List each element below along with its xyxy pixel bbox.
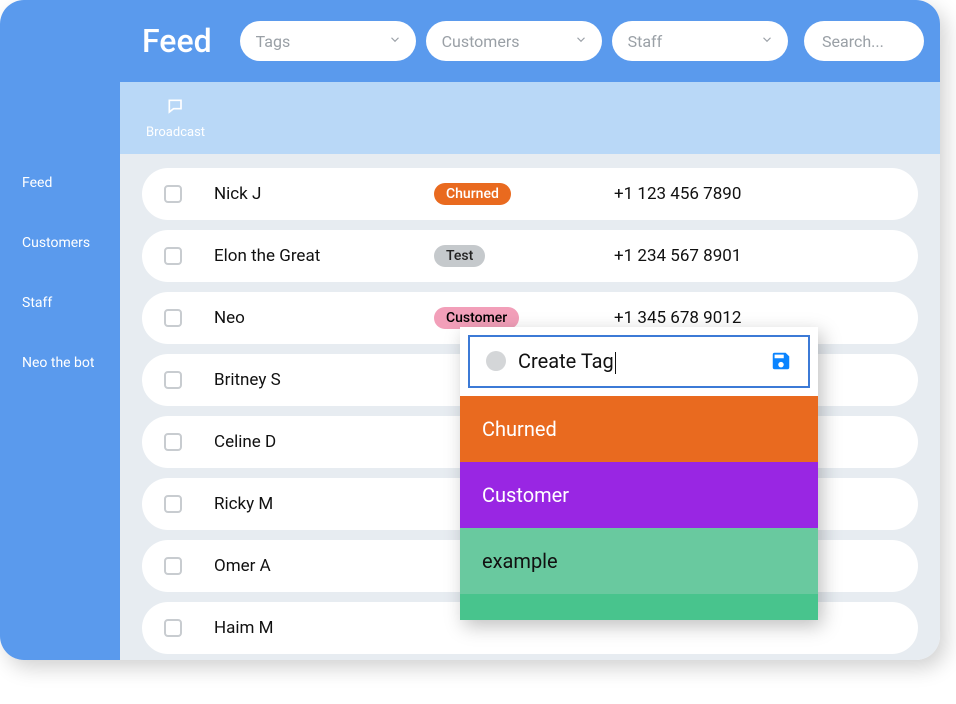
chevron-down-icon [388,32,402,51]
list-row[interactable]: Elon the GreatTest +1 234 567 8901 [142,230,918,282]
row-name: Nick J [214,184,434,204]
row-checkbox[interactable] [164,309,182,327]
tag-badge[interactable]: Test [434,245,485,267]
row-checkbox[interactable] [164,371,182,389]
row-name: Elon the Great [214,246,434,266]
row-tag-cell: Test [434,245,614,267]
filter-staff-dropdown[interactable]: Staff [612,21,788,61]
list-row[interactable]: Nick JChurned +1 123 456 7890 [142,168,918,220]
row-checkbox[interactable] [164,495,182,513]
broadcast-button[interactable]: Broadcast [146,97,205,140]
broadcast-icon [166,97,186,121]
row-checkbox[interactable] [164,557,182,575]
sidebar: Feed Customers Staff Neo the bot [0,0,120,660]
row-tag-cell: Customer [434,307,614,329]
sidebar-item-customers[interactable]: Customers [0,225,120,261]
row-phone: +1 345 678 9012 [614,308,741,328]
row-checkbox[interactable] [164,247,182,265]
row-phone: +1 234 567 8901 [614,246,741,266]
tag-create-popup: Create Tag ChurnedCustomerexample [460,327,818,620]
subheader: Broadcast [120,82,940,154]
row-tag-cell: Churned [434,183,614,205]
text-cursor [615,352,616,374]
tag-option[interactable]: example [460,528,818,594]
header: Feed Tags Customers Staff Search... [120,0,940,82]
tag-option[interactable]: Customer [460,462,818,528]
search-placeholder: Search... [822,32,884,51]
create-tag-input-value: Create Tag [518,349,614,373]
tag-option-more[interactable] [460,594,818,620]
row-checkbox[interactable] [164,185,182,203]
sidebar-item-bot[interactable]: Neo the bot [0,345,120,381]
save-icon[interactable] [770,350,792,372]
search-input[interactable]: Search... [804,21,924,61]
row-name: Celine D [214,432,434,452]
row-checkbox[interactable] [164,619,182,637]
row-name: Neo [214,308,434,328]
create-tag-input[interactable]: Create Tag [518,349,758,374]
broadcast-label: Broadcast [146,125,205,140]
chevron-down-icon [760,32,774,51]
page-title: Feed [142,22,212,60]
tag-badge[interactable]: Churned [434,183,511,205]
chevron-down-icon [574,32,588,51]
row-name: Ricky M [214,494,434,514]
filter-customers-dropdown[interactable]: Customers [426,21,602,61]
tag-color-swatch[interactable] [486,351,506,371]
tag-badge[interactable]: Customer [434,307,519,329]
create-tag-row[interactable]: Create Tag [468,335,810,388]
row-name: Omer A [214,556,434,576]
app-frame: Feed Customers Staff Neo the bot Feed Ta… [0,0,940,660]
row-name: Haim M [214,618,434,638]
filter-tags-label: Tags [256,32,291,51]
filter-customers-label: Customers [442,32,520,51]
sidebar-item-staff[interactable]: Staff [0,285,120,321]
filter-staff-label: Staff [628,32,663,51]
row-checkbox[interactable] [164,433,182,451]
filter-tags-dropdown[interactable]: Tags [240,21,416,61]
row-phone: +1 123 456 7890 [614,184,741,204]
tag-option[interactable]: Churned [460,396,818,462]
sidebar-item-feed[interactable]: Feed [0,165,120,201]
row-name: Britney S [214,370,434,390]
